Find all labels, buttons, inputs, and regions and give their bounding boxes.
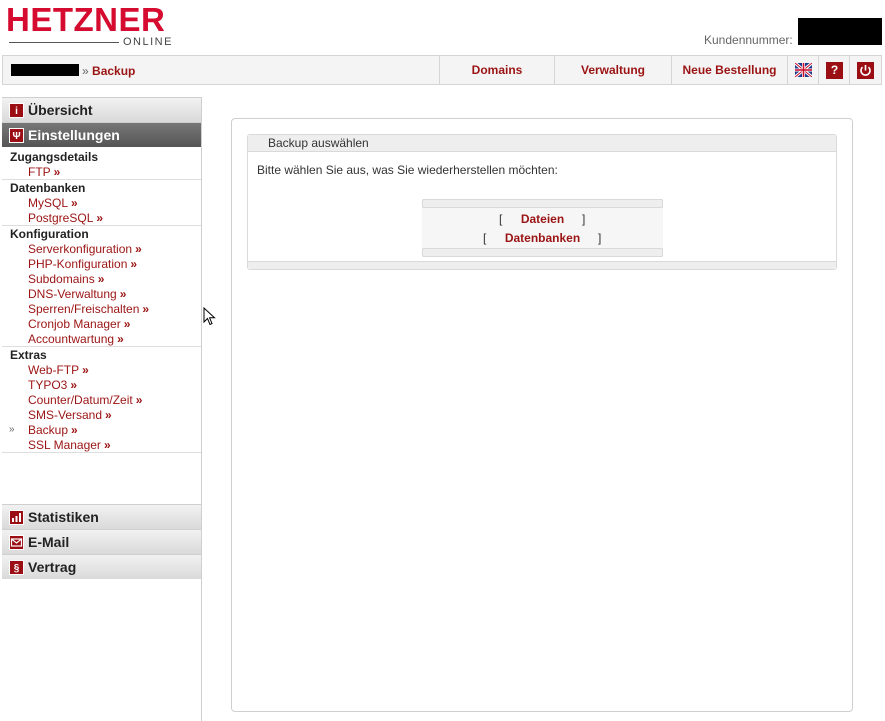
current-item-marker: » [9,424,15,435]
group-divider [2,179,201,180]
sidebar-link-sms-versand[interactable]: SMS-Versand» [28,408,112,422]
sidebar-link-sperren-freischalten[interactable]: Sperren/Freischalten» [28,302,149,316]
logout-button[interactable] [849,56,880,84]
envelope-icon [9,535,24,550]
group-title-extras: Extras [10,348,47,362]
option-row-dateien: [ Dateien ] [422,212,663,227]
options-bottom-bar [422,248,663,257]
section-label: Einstellungen [28,127,120,143]
help-button[interactable]: ? [818,56,849,84]
sidebar-section-contract[interactable]: § Vertrag [2,554,201,579]
group-divider [2,452,201,453]
nav-neue-bestellung[interactable]: Neue Bestellung [671,56,787,84]
customer-number-redacted [798,18,882,45]
sidebar: i Übersicht Ψ Einstellungen Zugangsdetai… [2,97,202,721]
breadcrumb-current[interactable]: Backup [92,64,135,78]
group-divider [2,225,201,226]
hetzner-logo[interactable]: HETZNER ONLINE [6,1,198,48]
sidebar-link-dns-verwaltung[interactable]: DNS-Verwaltung» [28,287,126,301]
sidebar-link-serverkonfiguration[interactable]: Serverkonfiguration» [28,242,142,256]
sidebar-link-counter-datum-zeit[interactable]: Counter/Datum/Zeit» [28,393,142,407]
breadcrumb-separator: » [82,64,89,78]
options-top-bar [422,199,663,208]
uk-flag-icon [795,63,812,77]
top-navigation: » Backup Domains Verwaltung Neue Bestell… [2,55,882,85]
sidebar-section-overview[interactable]: i Übersicht [2,97,201,122]
paragraph-icon: § [9,560,24,575]
info-icon: i [9,103,24,118]
page-header: HETZNER ONLINE Kundennummer: [0,0,885,56]
nav-domains[interactable]: Domains [439,56,554,84]
section-label: Statistiken [28,509,99,525]
sidebar-link-typo3[interactable]: TYPO3» [28,378,77,392]
panel-footer [248,261,836,269]
breadcrumb: » Backup [11,64,135,78]
bar-chart-icon [9,510,24,525]
logo-rule [9,42,119,43]
bracket-close: ] [582,212,586,226]
option-dateien-link[interactable]: Dateien [521,212,564,226]
group-title-datenbanken: Datenbanken [10,181,86,195]
sidebar-link-postgresql[interactable]: PostgreSQL» [28,211,103,225]
backup-prompt: Bitte wählen Sie aus, was Sie wiederhers… [257,163,558,177]
option-row-datenbanken: [ Datenbanken ] [422,231,663,246]
language-button[interactable] [787,56,818,84]
logo-text: HETZNER [6,1,166,38]
group-title-konfiguration: Konfiguration [10,227,89,241]
bracket-close: ] [598,231,602,245]
group-title-zugangsdetails: Zugangsdetails [10,150,99,164]
logo-subtext: ONLINE [123,36,173,48]
option-datenbanken-link[interactable]: Datenbanken [505,231,580,245]
sidebar-link-ssl-manager[interactable]: SSL Manager» [28,438,111,452]
wrench-icon: Ψ [9,128,24,143]
sidebar-section-email[interactable]: E-Mail [2,529,201,554]
sidebar-link-accountwartung[interactable]: Accountwartung» [28,332,124,346]
bracket-open: [ [483,231,487,245]
nav-verwaltung[interactable]: Verwaltung [554,56,671,84]
bracket-open: [ [499,212,503,226]
sidebar-link-web-ftp[interactable]: Web-FTP» [28,363,89,377]
power-icon [857,62,874,79]
sidebar-link-php-konfiguration[interactable]: PHP-Konfiguration» [28,257,137,271]
mouse-pointer-icon [203,307,216,326]
panel-title: Backup auswählen [248,135,836,152]
sidebar-link-mysql[interactable]: MySQL» [28,196,78,210]
sidebar-link-backup[interactable]: Backup» [28,423,78,437]
backup-options: [ Dateien ] [ Datenbanken ] [422,199,663,257]
sidebar-section-statistics[interactable]: Statistiken [2,504,201,529]
backup-panel: Backup auswählen Bitte wählen Sie aus, w… [247,134,837,270]
sidebar-link-cronjob-manager[interactable]: Cronjob Manager» [28,317,130,331]
customer-number-label: Kundennummer: [704,33,793,47]
breadcrumb-redacted [11,64,79,76]
help-icon: ? [826,62,843,79]
section-label: Vertrag [28,559,77,575]
section-label: E-Mail [28,534,70,550]
sidebar-link-ftp[interactable]: FTP» [28,165,60,179]
sidebar-section-settings[interactable]: Ψ Einstellungen [2,122,201,147]
sidebar-link-subdomains[interactable]: Subdomains» [28,272,104,286]
group-divider [2,346,201,347]
section-label: Übersicht [28,102,93,118]
